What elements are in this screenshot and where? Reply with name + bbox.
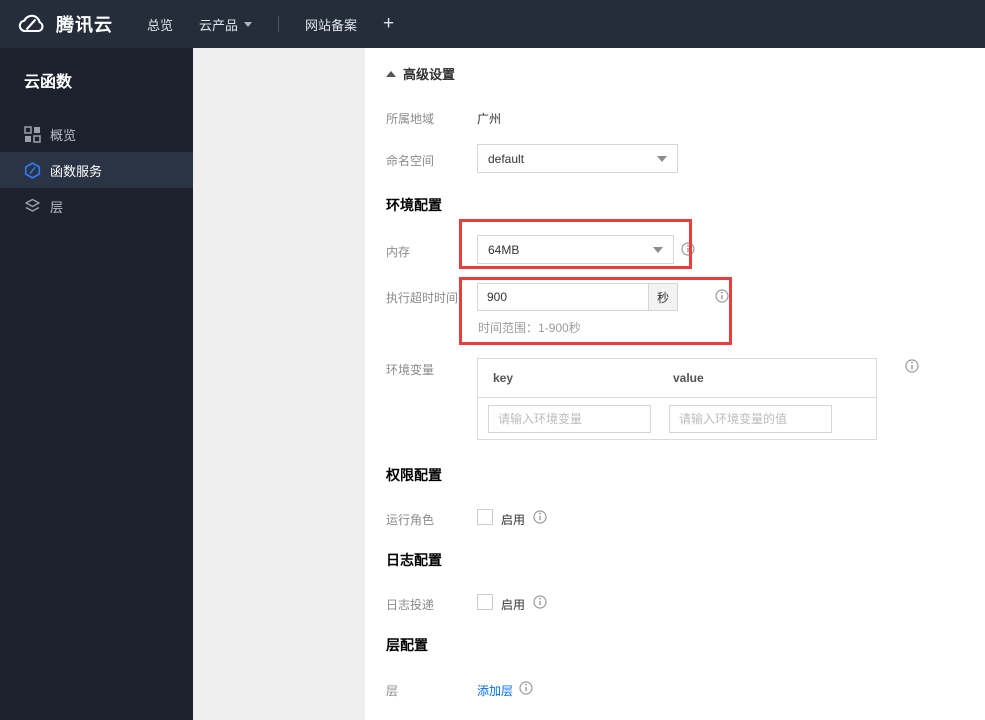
- nav-icp-label: 网站备案: [305, 17, 358, 33]
- collapse-triangle-icon: [386, 70, 396, 77]
- chevron-down-icon: [653, 246, 663, 253]
- envvar-key-header: key: [493, 371, 514, 385]
- function-config-form: 高级设置 所属地域 广州 命名空间 default 环境配置 内存 64MB 执…: [365, 48, 985, 720]
- brand[interactable]: 腾讯云: [16, 11, 113, 37]
- log-delivery-info-icon[interactable]: [533, 595, 547, 609]
- nav-divider: [278, 16, 280, 32]
- envvar-input-row: [478, 398, 876, 439]
- namespace-label: 命名空间: [386, 154, 435, 168]
- tencent-cloud-logo-icon: [16, 13, 46, 35]
- envvar-table-header: key value: [478, 359, 876, 398]
- timeout-info-icon[interactable]: [715, 289, 729, 303]
- perm-config-title: 权限配置: [386, 467, 442, 483]
- layer-config-title: 层配置: [386, 637, 428, 653]
- region-value: 广州: [477, 112, 502, 126]
- memory-label: 内存: [386, 245, 411, 259]
- add-layer-link[interactable]: 添加层: [477, 682, 513, 699]
- advanced-settings-toggle[interactable]: 高级设置: [386, 64, 455, 83]
- timeout-hint: 时间范围：1-900秒: [478, 321, 581, 335]
- run-role-info-icon[interactable]: [533, 510, 547, 524]
- add-tab-button[interactable]: +: [383, 13, 394, 35]
- envvar-value-header: value: [673, 371, 704, 385]
- envvar-table: key value: [477, 358, 877, 440]
- nav-item-products[interactable]: 云产品: [199, 15, 253, 34]
- nav-overview-label: 总览: [147, 17, 174, 33]
- run-role-enable-label: 启用: [501, 513, 526, 527]
- run-role-label: 运行角色: [386, 513, 435, 527]
- chevron-down-icon: [244, 21, 253, 27]
- sidebar-item-label: 层: [50, 199, 64, 215]
- env-config-title: 环境配置: [386, 197, 442, 213]
- sidebar-menu: 概览 函数服务 层: [0, 116, 193, 224]
- advanced-settings-label: 高级设置: [403, 67, 456, 82]
- log-delivery-checkbox[interactable]: [477, 594, 493, 610]
- grid-icon: [24, 125, 41, 143]
- timeout-label: 执行超时时间: [386, 291, 459, 305]
- top-menu: 总览 云产品 网站备案 +: [147, 13, 394, 35]
- namespace-select[interactable]: default: [477, 144, 678, 173]
- sidebar-item-label: 概览: [50, 127, 77, 143]
- log-delivery-enable-label: 启用: [501, 598, 526, 612]
- envvar-value-input[interactable]: [669, 404, 832, 433]
- nav-item-overview[interactable]: 总览: [147, 15, 173, 34]
- memory-info-icon[interactable]: [681, 242, 695, 256]
- log-delivery-label: 日志投递: [386, 598, 435, 612]
- add-layer-info-icon[interactable]: [519, 681, 533, 695]
- brand-name: 腾讯云: [56, 15, 113, 35]
- memory-selected-value: 64MB: [488, 242, 520, 257]
- memory-select[interactable]: 64MB: [477, 235, 674, 264]
- log-config-title: 日志配置: [386, 552, 442, 568]
- timeout-unit-button[interactable]: 秒: [649, 283, 678, 311]
- function-hexagon-icon: [24, 161, 41, 179]
- nav-products-label: 云产品: [199, 17, 239, 33]
- region-label: 所属地域: [386, 112, 435, 126]
- envvar-label: 环境变量: [386, 363, 435, 377]
- layer-label: 层: [386, 684, 399, 698]
- nav-item-icp[interactable]: 网站备案: [305, 15, 357, 34]
- envvar-key-input[interactable]: [488, 404, 651, 433]
- envvar-info-icon[interactable]: [905, 359, 919, 373]
- sidebar: 云函数 概览 函数服务 层: [0, 48, 193, 720]
- layers-icon: [24, 198, 41, 215]
- sidebar-item-layers[interactable]: 层: [0, 188, 193, 224]
- sidebar-item-function-service[interactable]: 函数服务: [0, 152, 193, 188]
- chevron-down-icon: [657, 155, 667, 162]
- timeout-input[interactable]: [477, 283, 649, 311]
- sidebar-item-overview[interactable]: 概览: [0, 116, 193, 152]
- backdrop-panel: [193, 48, 365, 720]
- sidebar-title: 云函数: [24, 74, 73, 91]
- sidebar-item-label: 函数服务: [50, 163, 103, 179]
- namespace-selected-value: default: [488, 151, 525, 166]
- run-role-checkbox[interactable]: [477, 509, 493, 525]
- top-navbar: 腾讯云 总览 云产品 网站备案 +: [0, 0, 985, 48]
